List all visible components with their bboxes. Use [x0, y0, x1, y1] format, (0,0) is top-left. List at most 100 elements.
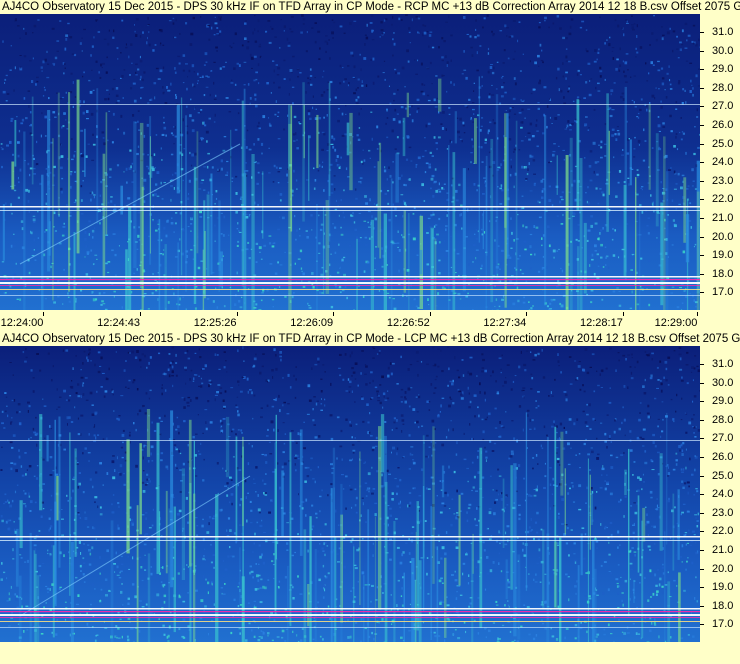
- tick-mark: [700, 550, 704, 551]
- tick-mark: [700, 69, 704, 71]
- lcp-panel: AJ4CO Observatory 15 Dec 2015 - DPS 30 k…: [0, 332, 740, 664]
- lcp-panel-title: AJ4CO Observatory 15 Dec 2015 - DPS 30 k…: [2, 333, 740, 345]
- tick-mark: [139, 312, 141, 316]
- tick-label: 18.0: [712, 267, 734, 280]
- lcp-spectrogram: [0, 346, 700, 642]
- frequency-tick: 27.0: [700, 432, 740, 444]
- tick-label: 22.0: [712, 193, 734, 206]
- tick-mark: [700, 199, 704, 201]
- frequency-tick: 21.0: [700, 212, 740, 224]
- tick-label: 24.0: [712, 156, 734, 169]
- lcp-frequency-axis: 31.0 30.0 29.0 28.0 27.0 26.0 25.0 24.0 23.0 22.0…: [700, 346, 740, 642]
- tick-label: 17.0: [712, 618, 734, 631]
- tick-mark: [700, 125, 704, 126]
- tick-mark: [700, 605, 704, 607]
- time-tick: 12:25:26: [194, 312, 258, 329]
- tick-mark: [700, 218, 704, 219]
- tick-label: 12:24:43: [97, 317, 140, 329]
- tick-label: 23.0: [712, 174, 734, 187]
- tick-label: 20.0: [712, 230, 734, 243]
- tick-mark: [700, 162, 704, 164]
- tick-label: 26.0: [712, 119, 734, 131]
- rcp-time-axis: 12:24:00 12:24:43 12:25:26 12:26:09 12:26:52…: [0, 312, 740, 334]
- tick-mark: [700, 364, 704, 365]
- tick-mark: [700, 475, 704, 477]
- tick-label: 12:24:00: [0, 317, 44, 329]
- time-tick: 12:29:00: [655, 312, 719, 329]
- tick-label: 17.0: [712, 286, 734, 299]
- tick-mark: [700, 32, 704, 33]
- tick-label: 18.0: [712, 599, 734, 612]
- frequency-tick: 25.0: [700, 470, 740, 482]
- tick-label: 22.0: [712, 525, 734, 538]
- tick-mark: [700, 255, 704, 257]
- frequency-tick: 18.0: [700, 600, 740, 612]
- tick-mark: [700, 292, 704, 294]
- tick-mark: [700, 106, 704, 108]
- tick-label: 12:28:17: [580, 317, 623, 329]
- tick-label: 12:29:00: [654, 317, 698, 329]
- time-tick: 12:26:09: [290, 312, 355, 329]
- tick-label: 19.0: [712, 581, 734, 594]
- tick-label: 29.0: [712, 395, 734, 408]
- time-tick: 12:26:52: [387, 312, 451, 329]
- tick-mark: [700, 624, 704, 626]
- tick-label: 21.0: [712, 544, 734, 556]
- tick-mark: [429, 312, 431, 316]
- tick-label: 29.0: [712, 63, 734, 76]
- frequency-tick: 30.0: [700, 377, 740, 389]
- tick-mark: [700, 568, 704, 570]
- frequency-tick: 23.0: [700, 507, 740, 519]
- tick-label: 24.0: [712, 488, 734, 501]
- frequency-tick: 22.0: [700, 525, 740, 537]
- rcp-panel: AJ4CO Observatory 15 Dec 2015 - DPS 30 k…: [0, 0, 740, 334]
- tick-label: 31.0: [712, 358, 734, 370]
- frequency-tick: 30.0: [700, 45, 740, 57]
- tick-label: 12:27:34: [483, 317, 527, 329]
- frequency-tick: 23.0: [700, 175, 740, 187]
- tick-label: 30.0: [712, 44, 734, 57]
- tick-mark: [700, 587, 704, 589]
- time-tick: 12:24:00: [1, 312, 65, 329]
- tick-label: 23.0: [712, 506, 734, 519]
- frequency-tick: 29.0: [700, 63, 740, 75]
- tick-label: 12:26:52: [386, 317, 430, 329]
- tick-label: 25.0: [712, 469, 734, 482]
- tick-label: 28.0: [712, 413, 734, 426]
- frequency-tick: 20.0: [700, 563, 740, 575]
- rcp-spectrogram-image: [0, 14, 700, 310]
- tick-mark: [333, 312, 335, 316]
- rcp-frequency-axis: 31.0 30.0 29.0 28.0 27.0 26.0 25.0 24.0 23.0 22.0…: [700, 14, 740, 310]
- tick-mark: [700, 273, 704, 275]
- frequency-tick: 19.0: [700, 249, 740, 261]
- frequency-tick: 25.0: [700, 138, 740, 150]
- frequency-tick: 26.0: [700, 119, 740, 131]
- frequency-tick: 31.0: [700, 358, 740, 370]
- tick-mark: [700, 87, 704, 89]
- frequency-tick: 17.0: [700, 286, 740, 298]
- frequency-tick: 27.0: [700, 100, 740, 112]
- frequency-tick: 29.0: [700, 395, 740, 407]
- frequency-tick: 28.0: [700, 414, 740, 426]
- frequency-tick: 17.0: [700, 618, 740, 630]
- tick-mark: [700, 50, 704, 52]
- frequency-tick: 28.0: [700, 82, 740, 94]
- frequency-tick: 22.0: [700, 193, 740, 205]
- tick-label: 19.0: [712, 249, 734, 262]
- frequency-tick: 24.0: [700, 156, 740, 168]
- frequency-tick: 24.0: [700, 488, 740, 500]
- tick-mark: [700, 143, 704, 145]
- tick-label: 12:25:26: [193, 317, 237, 329]
- tick-mark: [700, 457, 704, 458]
- tick-label: 25.0: [712, 137, 734, 150]
- tick-label: 20.0: [712, 562, 734, 575]
- frequency-tick: 18.0: [700, 268, 740, 280]
- tick-mark: [700, 419, 704, 421]
- frequency-tick: 26.0: [700, 451, 740, 463]
- tick-mark: [700, 236, 704, 238]
- tick-mark: [43, 312, 45, 316]
- tick-label: 21.0: [712, 212, 734, 224]
- tick-label: 12:26:09: [290, 317, 334, 329]
- tick-mark: [700, 494, 704, 496]
- lcp-spectrogram-image: [0, 346, 700, 642]
